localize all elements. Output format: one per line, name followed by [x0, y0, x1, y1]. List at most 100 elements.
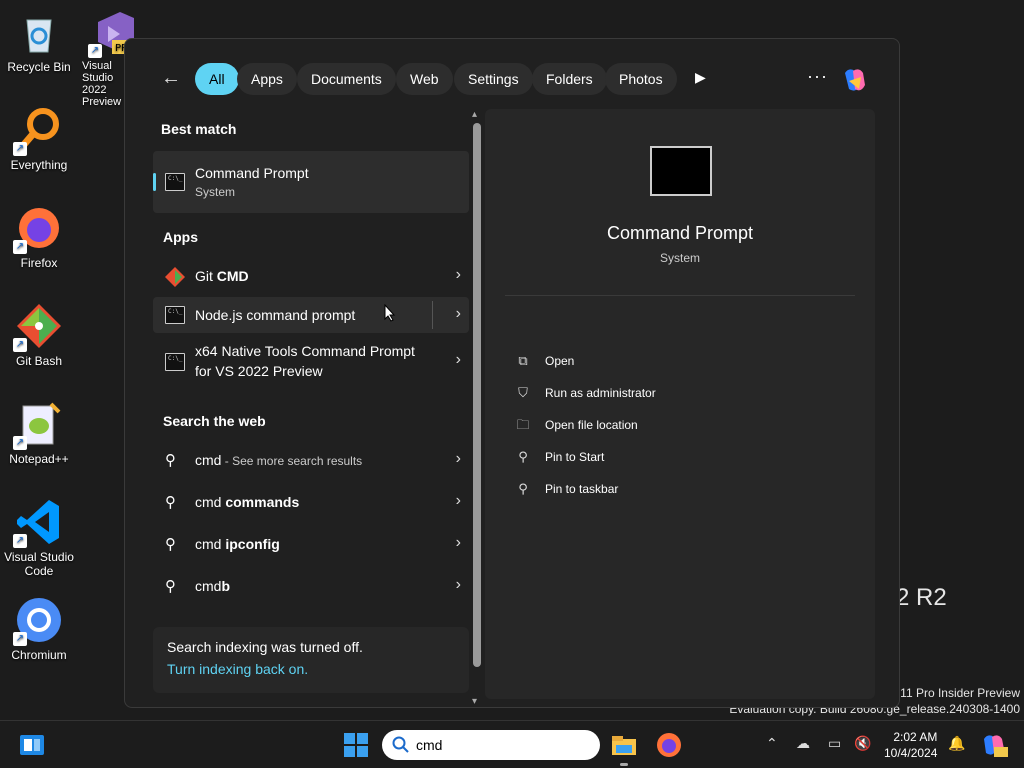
- git-bash-icon: ↗: [13, 302, 63, 352]
- filter-bar: ← All Apps Documents Web Settings Folder…: [125, 39, 899, 119]
- chevron-right-icon[interactable]: ›: [456, 534, 461, 552]
- pin-icon: ⚲: [518, 481, 528, 496]
- onedrive-offline-icon[interactable]: ☁: [796, 735, 810, 752]
- start-button-windows-icon[interactable]: [342, 731, 370, 759]
- widgets-icon[interactable]: [18, 731, 46, 759]
- desktop-icon-vscode[interactable]: ↗ Visual Studio Code: [0, 498, 78, 578]
- web-result-cmd-ipconfig[interactable]: ⚲ cmd ipconfig ›: [153, 523, 469, 565]
- chevron-right-icon[interactable]: ›: [456, 492, 461, 510]
- search-icon: [392, 736, 409, 753]
- shortcut-arrow-icon: ↗: [88, 44, 102, 58]
- chevron-right-icon[interactable]: ›: [456, 266, 461, 284]
- web-result-hint: - See more search results: [221, 454, 363, 468]
- firefox-taskbar-icon[interactable]: [655, 731, 683, 759]
- notepad-plus-plus-icon: ↗: [13, 400, 63, 450]
- filter-all[interactable]: All: [195, 63, 239, 95]
- action-label: Open: [545, 354, 575, 368]
- folder-icon: 🗀: [516, 417, 530, 432]
- network-icon[interactable]: ▭: [828, 735, 841, 752]
- app-item-nodejs-command-prompt[interactable]: Node.js command prompt ›: [153, 297, 469, 333]
- shortcut-arrow-icon: ↗: [13, 338, 27, 352]
- desktop-icon-chromium[interactable]: ↗ Chromium: [0, 596, 78, 662]
- desktop-icon-label: Visual Studio 2022 Preview: [82, 60, 122, 108]
- command-prompt-icon: [165, 173, 185, 191]
- desktop-icon-label: Everything: [10, 158, 68, 172]
- taskbar-search-box[interactable]: [382, 730, 600, 760]
- preview-pane: Command Prompt System ⧉ Open ⛉ Run as ad…: [485, 109, 875, 699]
- desktop-icon-label: Notepad++: [9, 452, 69, 466]
- clock[interactable]: 2:02 AM 10/4/2024: [884, 729, 937, 761]
- shortcut-arrow-icon: ↗: [13, 240, 27, 254]
- terminal-icon: [165, 353, 185, 371]
- app-item-git-cmd[interactable]: Git CMD ›: [153, 255, 469, 297]
- filter-folders[interactable]: Folders: [532, 63, 607, 95]
- more-options-icon[interactable]: ···: [807, 66, 828, 87]
- best-match-title: Command Prompt: [195, 165, 309, 181]
- web-result-query: cmd: [195, 536, 226, 552]
- chevron-right-icon[interactable]: ›: [456, 351, 461, 369]
- desktop-icon-label: Firefox: [20, 256, 58, 270]
- filter-photos[interactable]: Photos: [605, 63, 677, 95]
- desktop-icon-notepad-plus-plus[interactable]: ↗ Notepad++: [0, 400, 78, 466]
- results-scrollbar[interactable]: ▴ ▾: [469, 109, 485, 707]
- shield-icon: ⛉: [518, 385, 528, 400]
- search-web-header: Search the web: [163, 413, 266, 429]
- clock-date: 10/4/2024: [884, 746, 938, 760]
- web-result-cmd-commands[interactable]: ⚲ cmd commands ›: [153, 481, 469, 523]
- desktop-icon-label: Git Bash: [15, 354, 63, 368]
- search-icon: ⚲: [165, 452, 176, 469]
- filter-settings[interactable]: Settings: [454, 63, 533, 95]
- desktop-icon-everything[interactable]: ↗ Everything: [0, 106, 78, 172]
- preview-subtitle: System: [659, 251, 700, 265]
- copilot-taskbar-icon[interactable]: [980, 731, 1008, 759]
- active-app-indicator: [620, 763, 628, 766]
- turn-indexing-on-link[interactable]: Turn indexing back on.: [167, 661, 455, 677]
- filter-web[interactable]: Web: [396, 63, 453, 95]
- git-icon: [165, 267, 185, 287]
- app-item-match: CMD: [216, 268, 249, 284]
- file-explorer-icon[interactable]: [610, 731, 638, 759]
- vscode-icon: ↗: [13, 498, 63, 548]
- scroll-up-icon[interactable]: ▴: [472, 109, 477, 120]
- clock-time: 2:02 AM: [893, 730, 938, 744]
- app-item-label: x64 Native Tools Command Prompt for VS 2…: [195, 343, 415, 379]
- pin-icon: ⚲: [518, 449, 528, 464]
- chevron-right-icon[interactable]: ›: [456, 305, 461, 323]
- filter-apps[interactable]: Apps: [237, 63, 297, 95]
- chevron-right-icon[interactable]: ›: [456, 576, 461, 594]
- filter-documents[interactable]: Documents: [297, 63, 396, 95]
- search-icon: ⚲: [165, 536, 176, 553]
- web-result-cmdb[interactable]: ⚲ cmdb ›: [153, 565, 469, 607]
- terminal-icon: [165, 306, 185, 324]
- recycle-bin-icon: [15, 8, 63, 56]
- firefox-icon: ↗: [13, 204, 63, 254]
- web-result-query: cmd: [195, 494, 226, 510]
- desktop-icon-firefox[interactable]: ↗ Firefox: [0, 204, 78, 270]
- app-item-x64-native-tools[interactable]: x64 Native Tools Command Prompt for VS 2…: [153, 335, 469, 387]
- web-result-cmd[interactable]: ⚲ cmd - See more search results ›: [153, 439, 469, 481]
- notification-bell-icon[interactable]: 🔔: [948, 735, 965, 752]
- action-label: Run as administrator: [545, 386, 656, 400]
- taskbar: ⌃ ☁ ▭ 🔇 2:02 AM 10/4/2024 🔔: [0, 720, 1024, 768]
- app-item-label: Node.js command prompt: [195, 307, 356, 323]
- chevron-right-icon[interactable]: ›: [456, 450, 461, 468]
- desktop-icon-recycle-bin[interactable]: Recycle Bin: [0, 8, 78, 74]
- apps-header: Apps: [163, 229, 198, 245]
- chevron-up-icon[interactable]: ⌃: [766, 735, 778, 752]
- more-filters-play-icon[interactable]: ▶: [695, 69, 706, 86]
- scroll-thumb[interactable]: [473, 123, 481, 667]
- desktop-icon-git-bash[interactable]: ↗ Git Bash: [0, 302, 78, 368]
- search-input[interactable]: [416, 736, 586, 754]
- os-watermark-line1: 11 Pro Insider Preview: [900, 686, 1020, 700]
- best-match-command-prompt[interactable]: Command Prompt System: [153, 151, 469, 213]
- scroll-down-icon[interactable]: ▾: [472, 696, 477, 707]
- best-match-header: Best match: [161, 121, 237, 137]
- volume-muted-icon[interactable]: 🔇: [854, 735, 871, 752]
- indexing-notice: Search indexing was turned off. Turn ind…: [153, 627, 469, 693]
- action-label: Pin to taskbar: [545, 482, 619, 496]
- copilot-icon[interactable]: [839, 65, 869, 95]
- selection-accent: [153, 173, 156, 191]
- back-arrow-icon[interactable]: ←: [161, 67, 185, 91]
- search-panel: ← All Apps Documents Web Settings Folder…: [124, 38, 900, 708]
- web-result-completion: commands: [225, 494, 300, 510]
